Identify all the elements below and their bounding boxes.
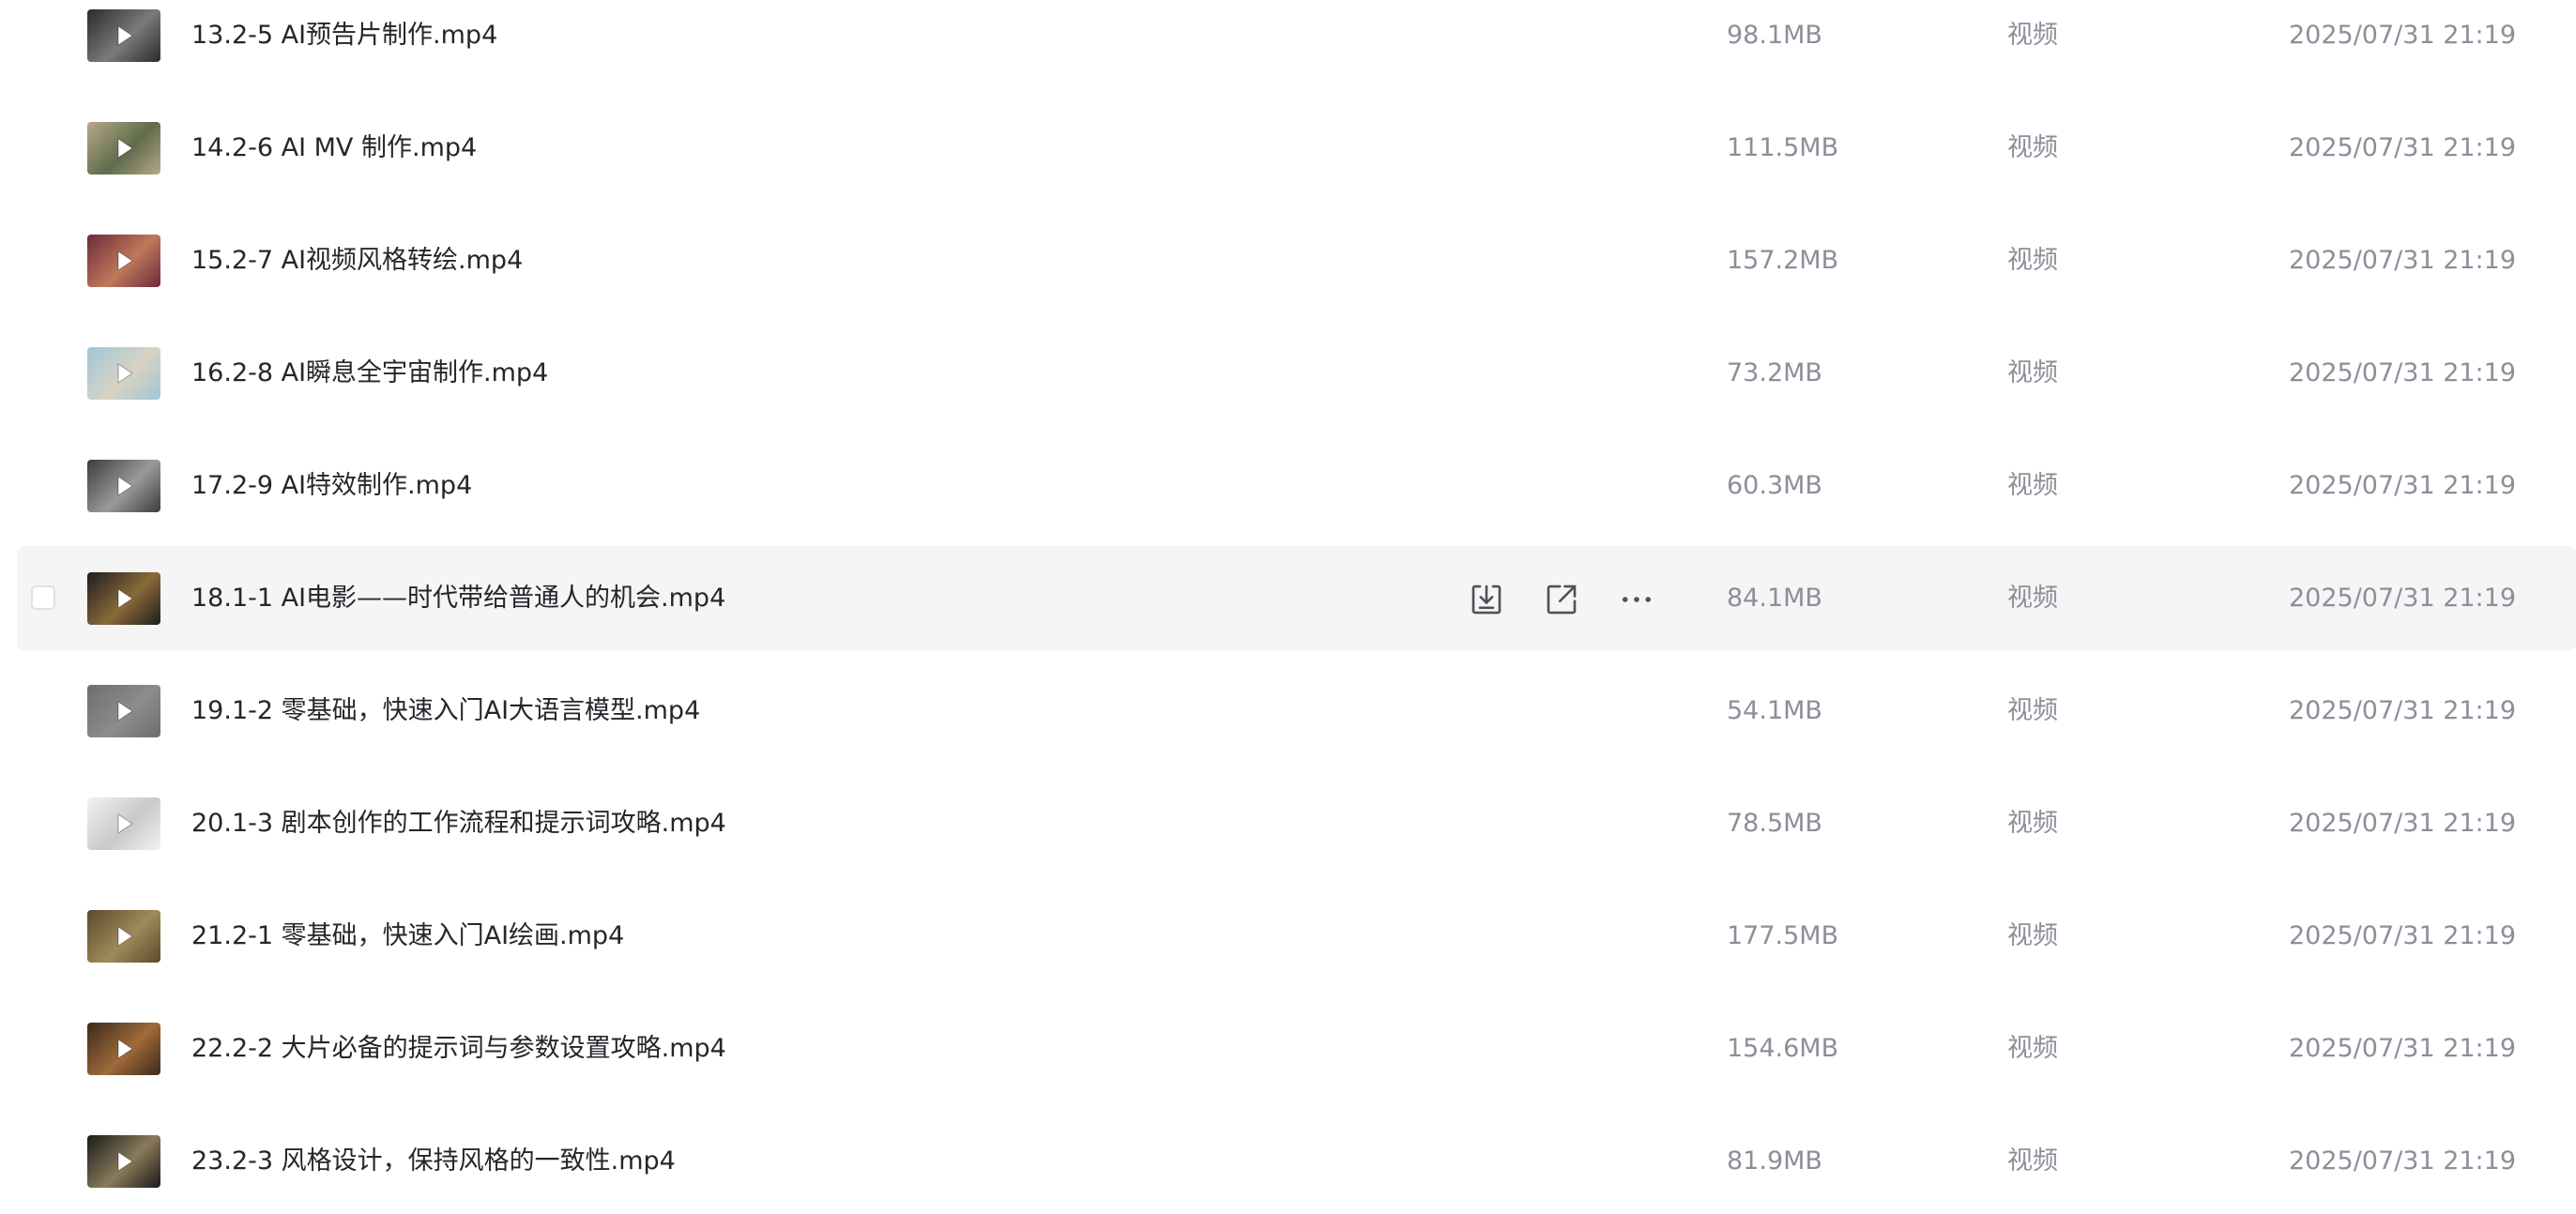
file-modified: 2025/07/31 21:19 <box>2289 696 2517 725</box>
file-row[interactable]: 13.2-5 AI预告片制作.mp4 98.1MB 视频 2025/07/31 21:… <box>17 0 2576 88</box>
file-row[interactable]: 16.2-8 AI瞬息全宇宙制作.mp4 73.2MB 视频 2025/07/31 2… <box>17 321 2576 426</box>
share-icon[interactable] <box>1542 580 1581 619</box>
video-thumbnail[interactable] <box>87 685 160 737</box>
file-type: 视频 <box>2007 358 2058 387</box>
file-type: 视频 <box>2007 246 2058 275</box>
file-name[interactable]: 19.1-2 零基础，快速入门AI大语言模型.mp4 <box>191 692 700 730</box>
file-modified: 2025/07/31 21:19 <box>2289 471 2517 500</box>
file-size: 111.5MB <box>1727 133 1839 162</box>
file-row[interactable]: 19.1-2 零基础，快速入门AI大语言模型.mp4 54.1MB 视频 2025/0… <box>17 659 2576 764</box>
file-size: 154.6MB <box>1727 1034 1839 1063</box>
file-modified: 2025/07/31 21:19 <box>2289 809 2517 838</box>
file-modified: 2025/07/31 21:19 <box>2289 1146 2517 1176</box>
play-icon <box>117 363 133 384</box>
file-row[interactable]: 21.2-1 零基础，快速入门AI绘画.mp4 177.5MB 视频 2025/07/… <box>17 884 2576 989</box>
file-size: 98.1MB <box>1727 21 1822 50</box>
video-thumbnail[interactable] <box>87 797 160 850</box>
file-modified: 2025/07/31 21:19 <box>2289 133 2517 162</box>
file-size: 60.3MB <box>1727 471 1822 500</box>
file-name[interactable]: 21.2-1 零基础，快速入门AI绘画.mp4 <box>191 918 624 955</box>
video-thumbnail[interactable] <box>87 347 160 400</box>
play-icon <box>117 926 133 947</box>
play-icon <box>117 1151 133 1172</box>
video-thumbnail[interactable] <box>87 1135 160 1188</box>
play-icon <box>117 701 133 721</box>
row-checkbox[interactable] <box>31 585 55 610</box>
file-modified: 2025/07/31 21:19 <box>2289 1034 2517 1063</box>
file-size: 157.2MB <box>1727 246 1839 275</box>
video-thumbnail[interactable] <box>87 572 160 625</box>
file-modified: 2025/07/31 21:19 <box>2289 921 2517 950</box>
video-thumbnail[interactable] <box>87 122 160 175</box>
file-name[interactable]: 23.2-3 风格设计，保持风格的一致性.mp4 <box>191 1143 676 1180</box>
file-name[interactable]: 15.2-7 AI视频风格转绘.mp4 <box>191 242 523 280</box>
file-size: 177.5MB <box>1727 921 1839 950</box>
play-icon <box>117 813 133 834</box>
file-type: 视频 <box>2007 133 2058 162</box>
play-icon <box>117 250 133 271</box>
file-row[interactable]: 14.2-6 AI MV 制作.mp4 111.5MB 视频 2025/07/31 2… <box>17 96 2576 201</box>
play-icon <box>117 138 133 159</box>
file-row[interactable]: 22.2-2 大片必备的提示词与参数设置攻略.mp4 154.6MB 视频 2025/… <box>17 996 2576 1101</box>
play-icon <box>117 476 133 496</box>
file-size: 54.1MB <box>1727 696 1822 725</box>
file-type: 视频 <box>2007 21 2058 50</box>
play-icon <box>117 1039 133 1059</box>
file-type: 视频 <box>2007 1146 2058 1176</box>
file-modified: 2025/07/31 21:19 <box>2289 21 2517 50</box>
more-icon[interactable] <box>1617 580 1656 619</box>
file-size: 84.1MB <box>1727 584 1822 613</box>
video-thumbnail[interactable] <box>87 910 160 963</box>
video-thumbnail[interactable] <box>87 9 160 62</box>
file-type: 视频 <box>2007 809 2058 838</box>
file-name[interactable]: 22.2-2 大片必备的提示词与参数设置攻略.mp4 <box>191 1030 726 1068</box>
file-name[interactable]: 16.2-8 AI瞬息全宇宙制作.mp4 <box>191 355 548 392</box>
file-type: 视频 <box>2007 1034 2058 1063</box>
file-row[interactable]: 20.1-3 剧本创作的工作流程和提示词攻略.mp4 78.5MB 视频 2025/0… <box>17 771 2576 876</box>
video-thumbnail[interactable] <box>87 235 160 287</box>
file-row[interactable]: 23.2-3 风格设计，保持风格的一致性.mp4 81.9MB 视频 2025/07/… <box>17 1109 2576 1214</box>
file-modified: 2025/07/31 21:19 <box>2289 246 2517 275</box>
file-modified: 2025/07/31 21:19 <box>2289 584 2517 613</box>
file-type: 视频 <box>2007 921 2058 950</box>
file-row[interactable]: 15.2-7 AI视频风格转绘.mp4 157.2MB 视频 2025/07/31 2… <box>17 208 2576 313</box>
file-name[interactable]: 17.2-9 AI特效制作.mp4 <box>191 467 472 505</box>
play-icon <box>117 25 133 46</box>
file-size: 81.9MB <box>1727 1146 1822 1176</box>
file-name[interactable]: 14.2-6 AI MV 制作.mp4 <box>191 129 477 167</box>
play-icon <box>117 588 133 609</box>
file-modified: 2025/07/31 21:19 <box>2289 358 2517 387</box>
file-name[interactable]: 18.1-1 AI电影——时代带给普通人的机会.mp4 <box>191 580 725 617</box>
file-type: 视频 <box>2007 471 2058 500</box>
file-type: 视频 <box>2007 584 2058 613</box>
file-name[interactable]: 13.2-5 AI预告片制作.mp4 <box>191 17 497 54</box>
file-type: 视频 <box>2007 696 2058 725</box>
download-icon[interactable] <box>1467 580 1506 619</box>
video-thumbnail[interactable] <box>87 1023 160 1075</box>
video-thumbnail[interactable] <box>87 460 160 512</box>
file-name[interactable]: 20.1-3 剧本创作的工作流程和提示词攻略.mp4 <box>191 805 726 842</box>
file-row[interactable]: 18.1-1 AI电影——时代带给普通人的机会.mp4 84.1MB 视频 2025/… <box>17 546 2576 651</box>
file-size: 78.5MB <box>1727 809 1822 838</box>
file-row[interactable]: 17.2-9 AI特效制作.mp4 60.3MB 视频 2025/07/31 21:1… <box>17 433 2576 539</box>
file-list: 13.2-5 AI预告片制作.mp4 98.1MB 视频 2025/07/31 21:… <box>0 0 2576 1213</box>
file-size: 73.2MB <box>1727 358 1822 387</box>
